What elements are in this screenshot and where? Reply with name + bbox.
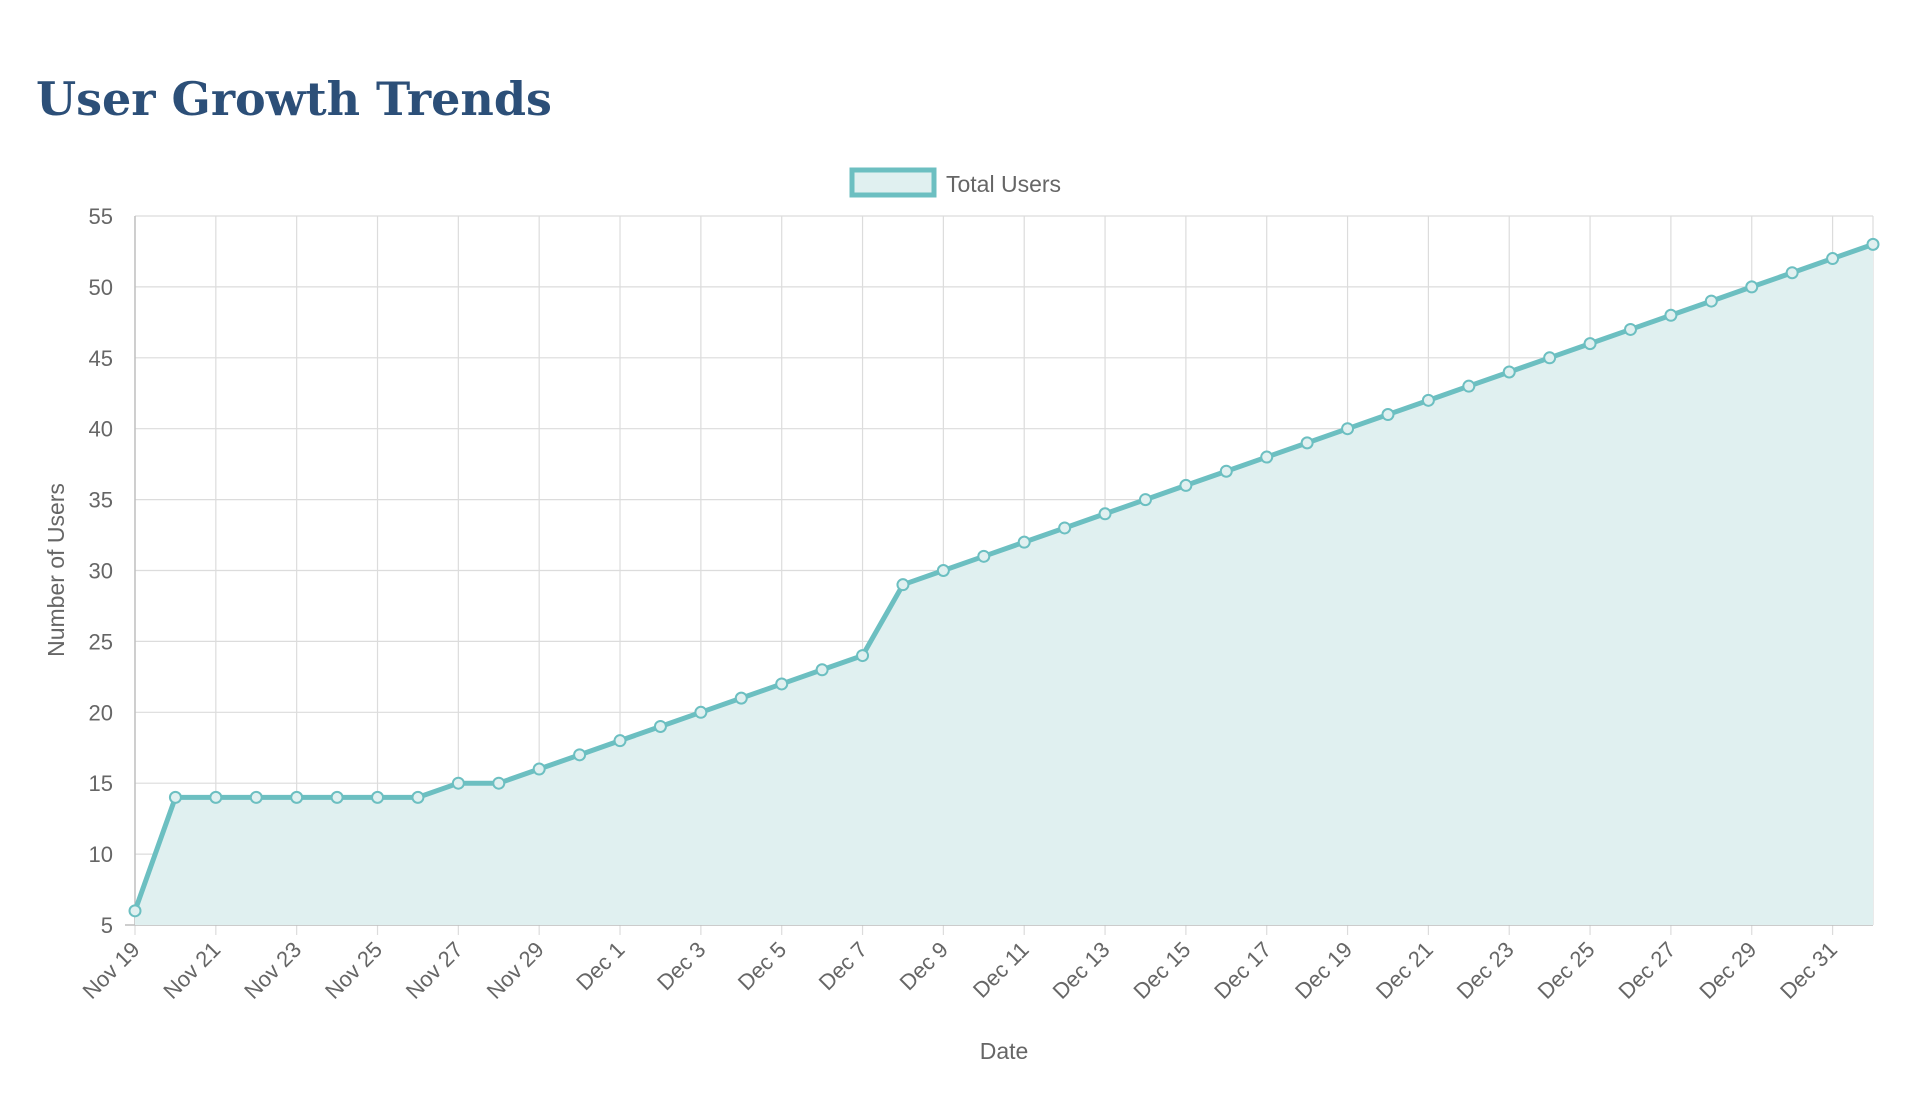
data-point bbox=[734, 691, 748, 705]
data-point bbox=[532, 762, 546, 776]
data-point bbox=[1421, 393, 1435, 407]
legend[interactable]: Total Users bbox=[849, 167, 1061, 198]
x-tick-label: Nov 25 bbox=[320, 937, 387, 1004]
x-tick-label: Dec 15 bbox=[1128, 937, 1195, 1004]
y-tick-label: 5 bbox=[101, 913, 113, 938]
data-point bbox=[653, 719, 667, 733]
x-tick-label: Dec 7 bbox=[814, 937, 872, 995]
data-point bbox=[775, 677, 789, 691]
data-point bbox=[492, 776, 506, 790]
data-point bbox=[1623, 322, 1637, 336]
legend-swatch bbox=[849, 167, 937, 198]
x-tick-label: Nov 21 bbox=[158, 937, 225, 1004]
y-tick-label: 15 bbox=[89, 771, 113, 796]
x-tick-label: Nov 23 bbox=[239, 937, 306, 1004]
y-tick-label: 30 bbox=[89, 559, 113, 584]
x-tick-label: Dec 31 bbox=[1775, 937, 1842, 1004]
data-point bbox=[613, 734, 627, 748]
x-tick-label: Dec 1 bbox=[571, 937, 629, 995]
x-tick-label: Nov 27 bbox=[401, 937, 468, 1004]
data-point bbox=[209, 790, 223, 804]
area-fill bbox=[135, 244, 1873, 926]
series-area bbox=[135, 244, 1873, 926]
data-point bbox=[856, 649, 870, 663]
data-point bbox=[1179, 478, 1193, 492]
data-point bbox=[168, 790, 182, 804]
data-point bbox=[1381, 408, 1395, 422]
data-point bbox=[1866, 237, 1880, 251]
y-tick-label: 55 bbox=[89, 204, 113, 229]
data-point bbox=[896, 578, 910, 592]
data-point bbox=[1543, 351, 1557, 365]
x-tick-label: Dec 17 bbox=[1209, 937, 1276, 1004]
y-tick-label: 40 bbox=[89, 417, 113, 442]
x-tick-label: Nov 29 bbox=[482, 937, 549, 1004]
x-tick-label: Dec 3 bbox=[652, 937, 710, 995]
data-point bbox=[573, 748, 587, 762]
x-tick-label: Dec 13 bbox=[1048, 937, 1115, 1004]
y-tick-label: 45 bbox=[89, 346, 113, 371]
data-point bbox=[1785, 266, 1799, 280]
x-tick-label: Dec 29 bbox=[1694, 937, 1761, 1004]
x-tick-label: Dec 25 bbox=[1533, 937, 1600, 1004]
y-tick-label: 50 bbox=[89, 275, 113, 300]
data-point bbox=[1826, 252, 1840, 266]
data-point bbox=[1219, 464, 1233, 478]
y-axis-ticks: 5 10 15 20 25 30 35 40 45 50 55 bbox=[89, 204, 113, 938]
x-axis-ticks: Nov 19 Nov 21 Nov 23 Nov 25 Nov 27 Nov 29 Dec … bbox=[78, 937, 1843, 1004]
data-point bbox=[1300, 436, 1314, 450]
data-point bbox=[411, 790, 425, 804]
data-point bbox=[1341, 422, 1355, 436]
data-point bbox=[1664, 308, 1678, 322]
data-point bbox=[1138, 493, 1152, 507]
data-point bbox=[1017, 535, 1031, 549]
data-point bbox=[977, 549, 991, 563]
x-tick-label: Dec 27 bbox=[1613, 937, 1680, 1004]
data-point bbox=[1058, 521, 1072, 535]
y-axis-label: Number of Users bbox=[43, 483, 69, 657]
x-tick-label: Dec 23 bbox=[1452, 937, 1519, 1004]
x-tick-label: Dec 5 bbox=[733, 937, 791, 995]
data-point bbox=[451, 776, 465, 790]
data-point bbox=[1260, 450, 1274, 464]
data-point bbox=[1704, 294, 1718, 308]
data-point bbox=[815, 663, 829, 677]
data-point bbox=[1462, 379, 1476, 393]
y-tick-label: 20 bbox=[89, 700, 113, 725]
data-point bbox=[290, 790, 304, 804]
data-point bbox=[1745, 280, 1759, 294]
data-point bbox=[371, 790, 385, 804]
y-tick-label: 25 bbox=[89, 629, 113, 654]
legend-label: Total Users bbox=[946, 171, 1061, 197]
data-point bbox=[1098, 507, 1112, 521]
x-tick-label: Dec 9 bbox=[895, 937, 953, 995]
data-point bbox=[694, 705, 708, 719]
data-point bbox=[1502, 365, 1516, 379]
y-tick-label: 10 bbox=[89, 842, 113, 867]
data-point bbox=[249, 790, 263, 804]
x-tick-label: Dec 11 bbox=[968, 937, 1034, 1003]
data-point bbox=[128, 904, 142, 918]
x-tick-label: Dec 21 bbox=[1371, 937, 1438, 1004]
data-point bbox=[1583, 337, 1597, 351]
x-tick-label: Dec 19 bbox=[1290, 937, 1357, 1004]
x-axis-label: Date bbox=[980, 1038, 1029, 1064]
y-tick-label: 35 bbox=[89, 488, 113, 513]
line-chart: 5 10 15 20 25 30 35 40 45 50 55 Nov 19 Nov 21 Nov 23… bbox=[43, 167, 1880, 1064]
x-tick-label: Nov 19 bbox=[78, 937, 145, 1004]
data-point bbox=[936, 564, 950, 577]
data-point bbox=[330, 790, 344, 804]
